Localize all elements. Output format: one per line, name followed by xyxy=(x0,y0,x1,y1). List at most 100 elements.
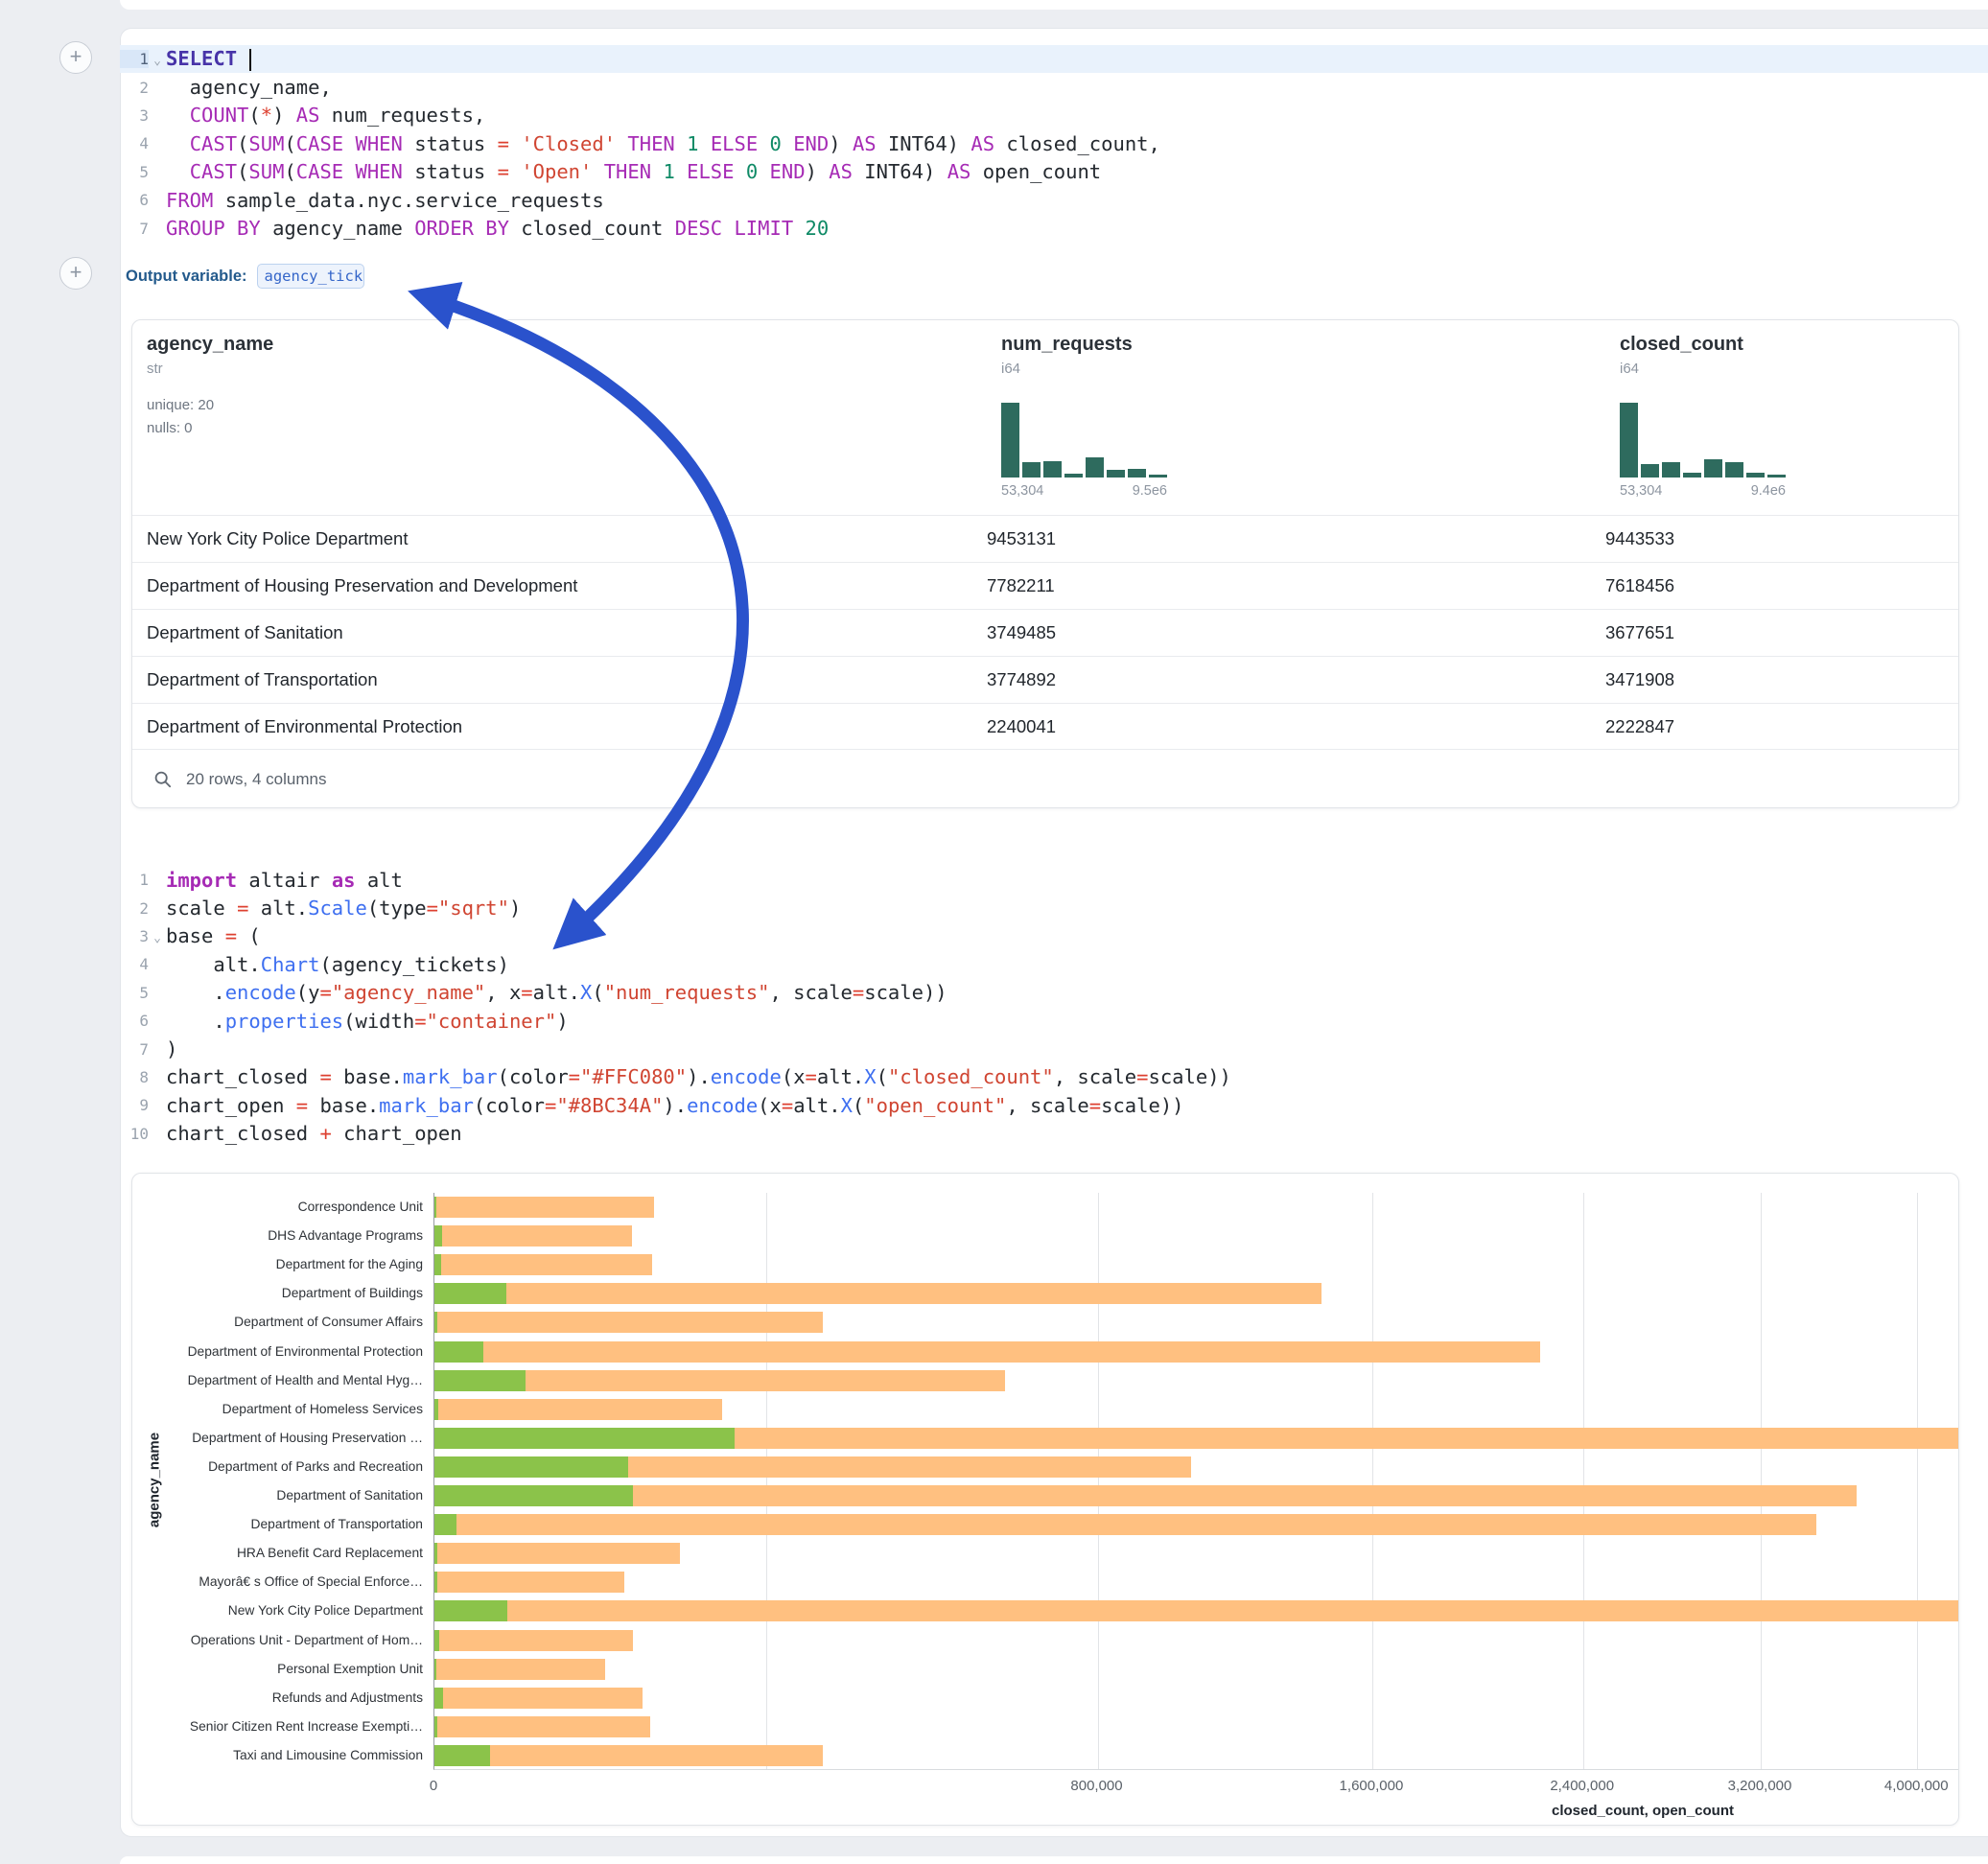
bar-closed_count xyxy=(434,1254,652,1275)
histogram-min-label: 53,304 xyxy=(1620,483,1662,499)
code-line[interactable]: 5 .encode(y="agency_name", x=alt.X("num_… xyxy=(120,979,1988,1007)
column-histogram xyxy=(1001,401,1167,478)
code-line[interactable]: 7) xyxy=(120,1035,1988,1062)
chart-x-axis-title: closed_count, open_count xyxy=(1552,1803,1734,1819)
table-cell: Department of Environmental Protection xyxy=(132,716,987,737)
line-number: 4 xyxy=(120,134,149,152)
code-text: .properties(width="container") xyxy=(166,1010,1988,1033)
line-number: 6 xyxy=(120,1012,149,1030)
y-axis-label: Department of Homeless Services xyxy=(161,1395,423,1424)
output-variable-label: Output variable: xyxy=(126,268,247,286)
code-line[interactable]: 4 alt.Chart(agency_tickets) xyxy=(120,950,1988,978)
bar-open_count xyxy=(434,1659,436,1680)
bar-open_count xyxy=(434,1543,437,1564)
column-header-closed-count[interactable]: closed_count xyxy=(1620,334,1743,356)
table-row[interactable]: Department of Sanitation37494853677651 xyxy=(132,609,1958,656)
output-variable-row: Output variable: agency_tickets xyxy=(126,262,364,291)
code-text: agency_name, xyxy=(166,76,1988,99)
bar-closed_count xyxy=(434,1572,624,1593)
bar-open_count xyxy=(434,1370,526,1391)
table-row[interactable]: New York City Police Department945313194… xyxy=(132,515,1958,562)
text-cursor xyxy=(249,49,251,71)
bar-open_count xyxy=(434,1283,506,1304)
table-row[interactable]: Department of Housing Preservation and D… xyxy=(132,562,1958,609)
column-header-num-requests[interactable]: num_requests xyxy=(1001,334,1133,356)
bar-open_count xyxy=(434,1572,437,1593)
histogram-bar xyxy=(1022,462,1041,478)
code-line[interactable]: 9chart_open = base.mark_bar(color="#8BC3… xyxy=(120,1091,1988,1119)
histogram-bar xyxy=(1662,462,1680,478)
table-cell: 3774892 xyxy=(987,669,1605,690)
plus-icon: + xyxy=(70,260,82,284)
chart-y-axis-labels: Correspondence UnitDHS Advantage Program… xyxy=(132,1193,426,1770)
code-line[interactable]: 3⌄base = ( xyxy=(120,922,1988,950)
bar-closed_count xyxy=(434,1716,650,1737)
output-variable-badge[interactable]: agency_tickets xyxy=(257,264,364,289)
y-axis-label: Department of Buildings xyxy=(161,1279,423,1308)
code-line[interactable]: 2 agency_name, xyxy=(120,73,1988,101)
line-number: 3 xyxy=(120,106,149,125)
line-number: 2 xyxy=(120,79,149,97)
code-line[interactable]: 3 COUNT(*) AS num_requests, xyxy=(120,102,1988,129)
code-line[interactable]: 8chart_closed = base.mark_bar(color="#FF… xyxy=(120,1063,1988,1091)
code-text: import altair as alt xyxy=(166,869,1988,892)
bar-open_count xyxy=(434,1688,443,1709)
table-cell: 9443533 xyxy=(1605,528,1958,549)
bar-closed_count xyxy=(434,1399,722,1420)
code-line[interactable]: 7GROUP BY agency_name ORDER BY closed_co… xyxy=(120,214,1988,242)
notebook-screen: + + 1⌄SELECT 2 agency_name,3 COUNT(*) AS… xyxy=(0,0,1988,1864)
table-cell: 7618456 xyxy=(1605,575,1958,596)
histogram-range-labels: 53,304 9.4e6 xyxy=(1620,483,1786,499)
bar-open_count xyxy=(434,1254,441,1275)
y-axis-label: Department of Health and Mental Hyg… xyxy=(161,1366,423,1395)
histogram-min-label: 53,304 xyxy=(1001,483,1043,499)
code-line[interactable]: 10chart_closed + chart_open xyxy=(120,1120,1988,1148)
fold-chevron-icon[interactable]: ⌄ xyxy=(149,54,166,68)
search-icon[interactable] xyxy=(153,770,173,789)
bar-open_count xyxy=(434,1428,735,1449)
bar-closed_count xyxy=(434,1543,680,1564)
bar-open_count xyxy=(434,1456,628,1478)
table-row[interactable]: Department of Transportation377489234719… xyxy=(132,656,1958,703)
code-text: chart_open = base.mark_bar(color="#8BC34… xyxy=(166,1094,1988,1117)
python-editor[interactable]: 1import altair as alt2scale = alt.Scale(… xyxy=(120,866,1988,1148)
table-cell: 3749485 xyxy=(987,622,1605,643)
code-line[interactable]: 1⌄SELECT xyxy=(120,45,1988,73)
table-cell: 9453131 xyxy=(987,528,1605,549)
bar-open_count xyxy=(434,1600,507,1621)
sql-editor[interactable]: 1⌄SELECT 2 agency_name,3 COUNT(*) AS num… xyxy=(120,45,1988,243)
table-cell: 2222847 xyxy=(1605,716,1958,737)
column-header-agency-name[interactable]: agency_name xyxy=(147,334,273,356)
y-axis-label: Department of Parks and Recreation xyxy=(161,1453,423,1481)
histogram-bar xyxy=(1704,459,1722,478)
code-line[interactable]: 2scale = alt.Scale(type="sqrt") xyxy=(120,894,1988,921)
bar-closed_count xyxy=(434,1514,1816,1535)
line-number: 4 xyxy=(120,955,149,973)
code-text: alt.Chart(agency_tickets) xyxy=(166,953,1988,976)
y-axis-label: Department of Environmental Protection xyxy=(161,1338,423,1366)
code-text: chart_closed = base.mark_bar(color="#FFC… xyxy=(166,1065,1988,1088)
add-cell-button[interactable]: + xyxy=(59,41,92,74)
table-row[interactable]: Department of Environmental Protection 22… xyxy=(132,703,1958,750)
y-axis-label: Refunds and Adjustments xyxy=(161,1684,423,1713)
add-cell-button[interactable]: + xyxy=(59,257,92,290)
line-number: 7 xyxy=(120,220,149,238)
code-line[interactable]: 6FROM sample_data.nyc.service_requests xyxy=(120,186,1988,214)
y-axis-label: Department for the Aging xyxy=(161,1250,423,1279)
x-axis-tick-label: 0 xyxy=(430,1778,437,1794)
histogram-bar xyxy=(1043,461,1062,478)
table-cell: Department of Sanitation xyxy=(132,622,987,643)
column-stat-nulls: nulls: 0 xyxy=(147,420,193,436)
column-type: i64 xyxy=(1620,361,1639,377)
histogram-bar xyxy=(1767,475,1786,478)
code-text: base = ( xyxy=(166,924,1988,947)
table-body: New York City Police Department945313194… xyxy=(132,515,1958,750)
table-cell: Department of Housing Preservation and D… xyxy=(132,575,987,596)
code-line[interactable]: 4 CAST(SUM(CASE WHEN status = 'Closed' T… xyxy=(120,129,1988,157)
code-line[interactable]: 1import altair as alt xyxy=(120,866,1988,894)
code-line[interactable]: 5 CAST(SUM(CASE WHEN status = 'Open' THE… xyxy=(120,158,1988,186)
fold-chevron-icon[interactable]: ⌄ xyxy=(149,931,166,945)
chart-x-axis-labels: 0800,0001,600,0002,400,0003,200,0004,000… xyxy=(132,1778,1958,1797)
results-table-card: agency_name str unique: 20 nulls: 0 num_… xyxy=(131,319,1959,808)
code-line[interactable]: 6 .properties(width="container") xyxy=(120,1007,1988,1035)
